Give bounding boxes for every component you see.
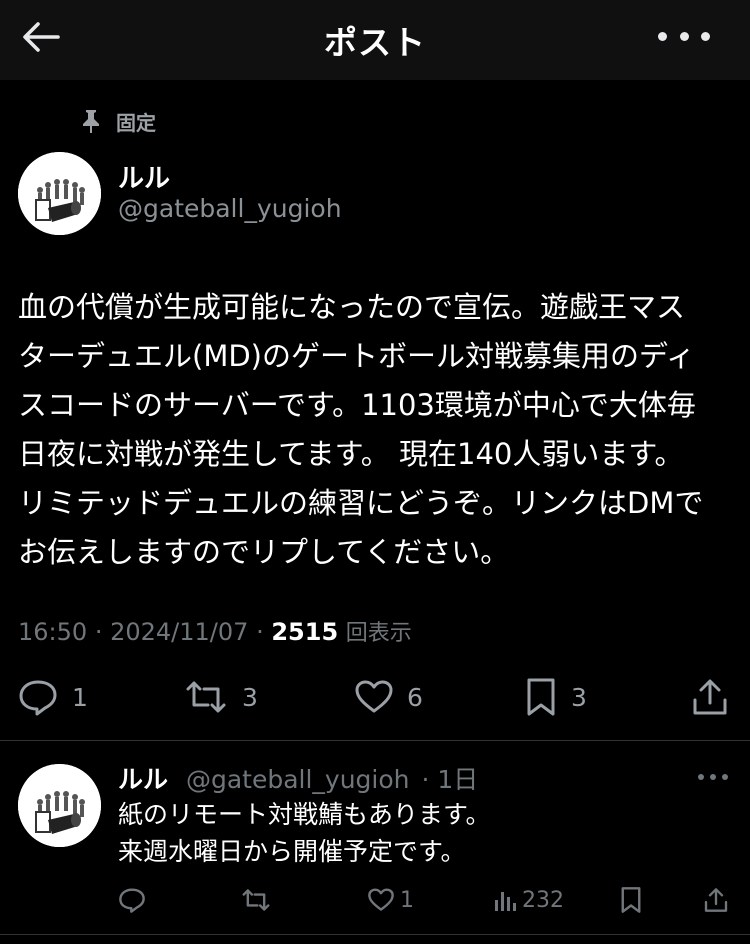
repost-icon xyxy=(242,889,270,911)
divider xyxy=(0,740,750,741)
pinned-label: 固定 xyxy=(116,110,156,135)
pinned-indicator: 固定 xyxy=(80,106,156,136)
more-horizontal-icon xyxy=(658,31,667,41)
bookmark-icon xyxy=(621,887,641,913)
like-button[interactable]: 6 xyxy=(355,672,423,722)
post-actions: 1 3 6 3 xyxy=(0,672,750,722)
reply-view-count: 232 xyxy=(522,887,564,913)
page-title: ポスト xyxy=(324,23,426,62)
reply-button[interactable]: 1 xyxy=(18,672,88,722)
reply-bookmark-button[interactable] xyxy=(620,880,642,920)
reply-like-button[interactable]: 1 xyxy=(368,880,414,920)
heart-icon xyxy=(368,888,394,911)
top-app-bar: ポスト xyxy=(0,0,750,80)
reply-text: 紙のリモート対戦鯖もあります。 来週水曜日から開催予定です。 xyxy=(118,800,491,866)
reply-icon xyxy=(19,680,57,716)
reply-reply-button[interactable] xyxy=(118,880,146,920)
author-handle[interactable]: @gateball_yugioh xyxy=(118,194,342,223)
reply-header: ルル @gateball_yugioh · 1日 xyxy=(118,760,478,796)
reply-author-name[interactable]: ルル xyxy=(118,765,168,794)
view-count-label: 回表示 xyxy=(345,621,412,646)
avatar[interactable] xyxy=(18,152,101,235)
avatar-image xyxy=(18,764,101,847)
bookmark-count: 3 xyxy=(571,682,587,712)
bookmark-icon xyxy=(527,678,555,716)
like-count: 6 xyxy=(407,682,423,712)
author-name[interactable]: ルル xyxy=(118,158,170,195)
reply-author-handle[interactable]: @gateball_yugioh xyxy=(186,765,410,794)
reply-actions: 1 232 xyxy=(0,880,750,920)
view-count: 2515 xyxy=(271,618,339,646)
post-date[interactable]: 2024/11/07 xyxy=(110,618,248,646)
bookmark-button[interactable]: 3 xyxy=(525,672,587,722)
reply-share-button[interactable] xyxy=(704,880,728,920)
post-time: 16:50 xyxy=(18,618,88,646)
repost-button[interactable]: 3 xyxy=(184,672,258,722)
share-icon xyxy=(693,679,727,715)
avatar-image xyxy=(18,152,101,235)
repost-icon xyxy=(186,681,226,713)
reply-count: 1 xyxy=(72,682,88,712)
reply-like-count: 1 xyxy=(400,887,414,913)
divider xyxy=(0,934,750,935)
reply-more-button[interactable] xyxy=(698,774,728,782)
pin-icon xyxy=(83,110,99,133)
post-text: 血の代償が生成可能になったので宣伝。遊戯王マス ターデュエル(MD)のゲートボー… xyxy=(18,290,704,569)
share-icon xyxy=(704,888,728,912)
reply-avatar[interactable] xyxy=(18,764,101,847)
analytics-icon xyxy=(495,892,516,911)
more-options-button[interactable] xyxy=(658,28,710,44)
reply-icon xyxy=(119,888,145,913)
heart-icon xyxy=(355,680,393,713)
reply-age: · 1日 xyxy=(421,765,479,794)
share-button[interactable] xyxy=(692,672,728,722)
meta-separator: · xyxy=(256,618,264,646)
reply-views-button[interactable]: 232 xyxy=(494,880,564,920)
more-horizontal-icon xyxy=(698,774,704,780)
post-meta: 16:50 · 2024/11/07 · 2515 回表示 xyxy=(18,615,412,647)
meta-separator: · xyxy=(94,618,103,646)
repost-count: 3 xyxy=(242,682,258,712)
reply-repost-button[interactable] xyxy=(241,880,271,920)
